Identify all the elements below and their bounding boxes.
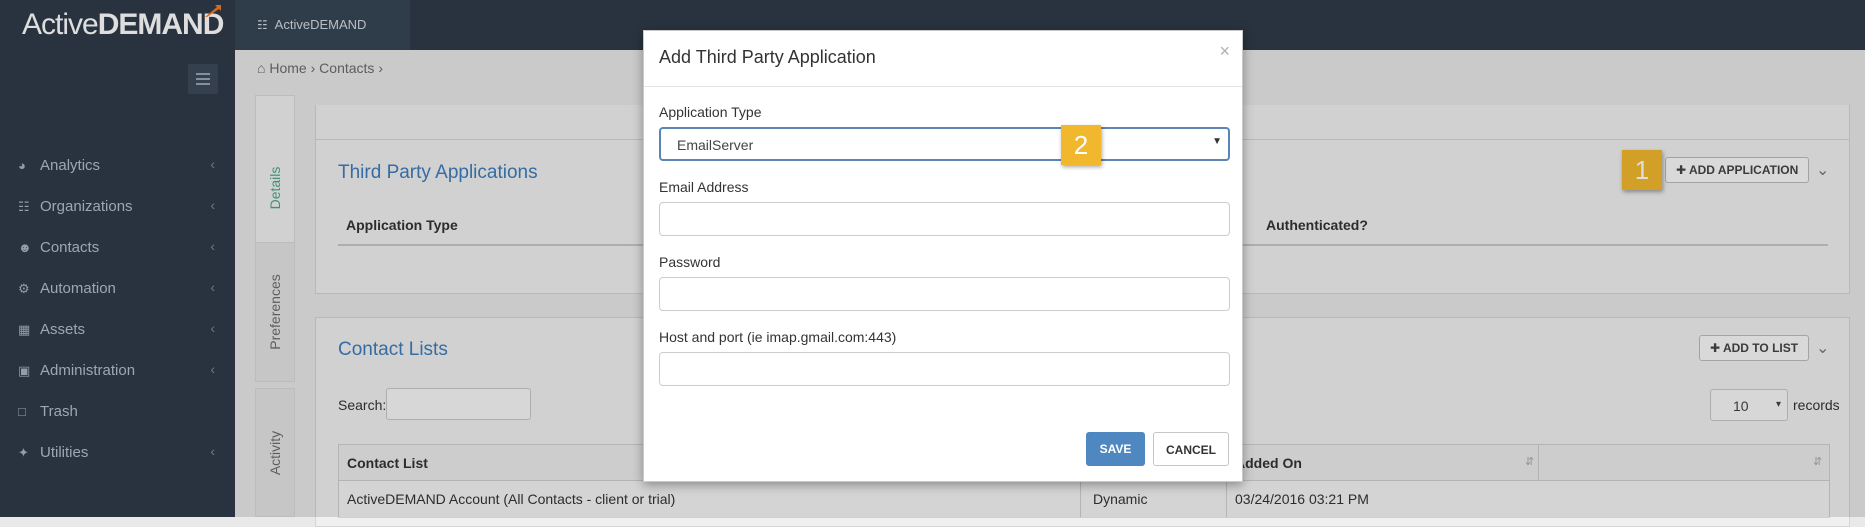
save-button[interactable]: SAVE	[1086, 432, 1145, 466]
password-field[interactable]	[659, 277, 1230, 311]
application-type-value: EmailServer	[677, 137, 754, 153]
password-label: Password	[659, 254, 721, 270]
caret-down-icon: ▼	[1212, 136, 1222, 147]
callout-step-2: 2	[1061, 125, 1101, 165]
application-type-select[interactable]: EmailServer ▼	[659, 127, 1230, 161]
email-field[interactable]	[659, 202, 1230, 236]
email-label: Email Address	[659, 179, 749, 195]
modal-header-divider	[644, 86, 1242, 87]
close-icon[interactable]: ×	[1219, 41, 1230, 62]
add-third-party-modal: Add Third Party Application × Applicatio…	[643, 30, 1243, 482]
host-label: Host and port (ie imap.gmail.com:443)	[659, 329, 897, 345]
cancel-button[interactable]: CANCEL	[1153, 432, 1229, 466]
application-type-label: Application Type	[659, 104, 762, 120]
modal-title: Add Third Party Application	[659, 47, 876, 67]
host-field[interactable]	[659, 352, 1230, 386]
